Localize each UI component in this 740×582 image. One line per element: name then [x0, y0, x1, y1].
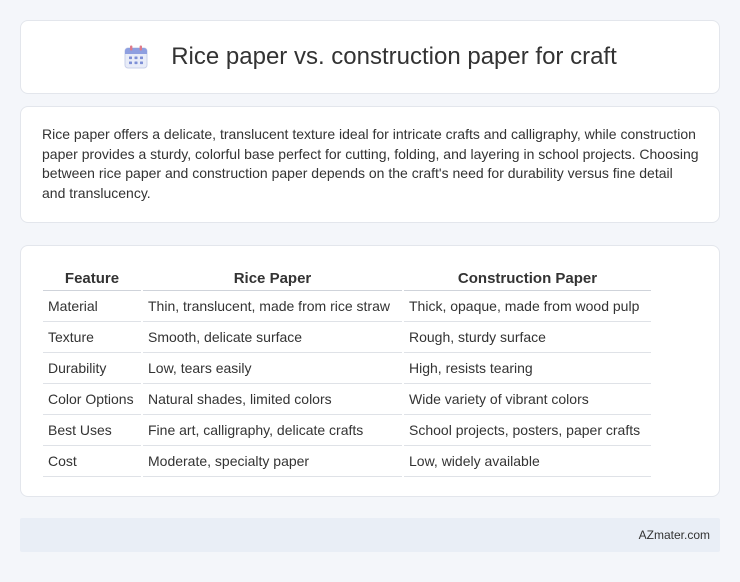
table-header-row: Feature Rice Paper Construction Paper	[43, 267, 651, 291]
comparison-table: Feature Rice Paper Construction Paper Ma…	[41, 267, 653, 477]
header-rice-paper: Rice Paper	[143, 267, 402, 291]
header-feature: Feature	[43, 267, 141, 291]
intro-paragraph: Rice paper offers a delicate, translucen…	[42, 126, 699, 201]
cell-rice-paper: Thin, translucent, made from rice straw	[143, 291, 402, 322]
cell-construction-paper: Low, widely available	[404, 446, 651, 477]
table-row: Cost Moderate, specialty paper Low, wide…	[43, 446, 651, 477]
table-row: Best Uses Fine art, calligraphy, delicat…	[43, 415, 651, 446]
header-construction-paper: Construction Paper	[404, 267, 651, 291]
cell-construction-paper: High, resists tearing	[404, 353, 651, 384]
cell-feature: Material	[43, 291, 141, 322]
cell-construction-paper: Wide variety of vibrant colors	[404, 384, 651, 415]
page-title: Rice paper vs. construction paper for cr…	[171, 43, 617, 70]
cell-construction-paper: Rough, sturdy surface	[404, 322, 651, 353]
cell-rice-paper: Natural shades, limited colors	[143, 384, 402, 415]
cell-feature: Texture	[43, 322, 141, 353]
footer-bar: AZmater.com	[20, 518, 720, 552]
cell-rice-paper: Low, tears easily	[143, 353, 402, 384]
footer-site-link[interactable]: AZmater.com	[639, 528, 710, 542]
cell-construction-paper: Thick, opaque, made from wood pulp	[404, 291, 651, 322]
table-row: Material Thin, translucent, made from ri…	[43, 291, 651, 322]
calendar-icon	[123, 44, 149, 70]
cell-rice-paper: Smooth, delicate surface	[143, 322, 402, 353]
cell-rice-paper: Moderate, specialty paper	[143, 446, 402, 477]
intro-card: Rice paper offers a delicate, translucen…	[20, 106, 720, 223]
table-row: Color Options Natural shades, limited co…	[43, 384, 651, 415]
table-row: Texture Smooth, delicate surface Rough, …	[43, 322, 651, 353]
cell-feature: Color Options	[43, 384, 141, 415]
cell-feature: Best Uses	[43, 415, 141, 446]
page: Rice paper vs. construction paper for cr…	[0, 0, 740, 582]
cell-feature: Cost	[43, 446, 141, 477]
cell-feature: Durability	[43, 353, 141, 384]
title-card: Rice paper vs. construction paper for cr…	[20, 20, 720, 94]
cell-construction-paper: School projects, posters, paper crafts	[404, 415, 651, 446]
table-row: Durability Low, tears easily High, resis…	[43, 353, 651, 384]
comparison-card: Feature Rice Paper Construction Paper Ma…	[20, 245, 720, 497]
cell-rice-paper: Fine art, calligraphy, delicate crafts	[143, 415, 402, 446]
